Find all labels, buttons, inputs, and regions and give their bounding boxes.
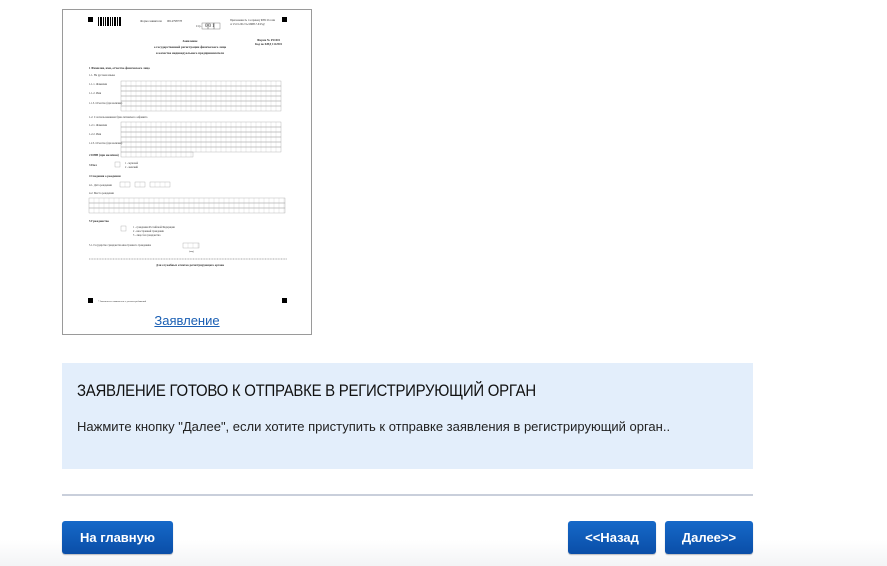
- doc-title-2: о государственной регистрации физическог…: [154, 45, 227, 49]
- doc-section-1-1: 1.1. На русском языке: [89, 74, 116, 77]
- doc-gender-1: 1 - мужской: [125, 162, 139, 165]
- doc-section-5: 5 Гражданство: [89, 219, 109, 223]
- doc-birth-place: 4.2. Место рождения: [89, 192, 114, 195]
- doc-row-patronymic-lat: 1.2.3. Отчество (при наличии): [89, 142, 122, 145]
- barcode-icon: [98, 17, 121, 26]
- doc-row-surname: 1.1.1. Фамилия: [89, 83, 108, 86]
- doc-official-use: Для служебных отметок регистрирующего ор…: [156, 263, 225, 267]
- doc-header-right-2: от 25.01.2012 № ММВ-7-6/25@: [230, 23, 265, 26]
- panel-title: ЗАЯВЛЕНИЕ ГОТОВО К ОТПРАВКЕ В РЕГИСТРИРУ…: [77, 381, 536, 400]
- doc-section-1-2: 1.2. С использованием букв латинского ал…: [89, 116, 148, 119]
- next-button[interactable]: Далее>>: [665, 521, 753, 554]
- corner-marker: [282, 17, 287, 22]
- corner-marker: [88, 298, 93, 303]
- form-field-grids: [88, 80, 286, 249]
- doc-section-1: 1 Фамилия, имя, отчество физического лиц…: [89, 66, 150, 70]
- info-panel: ЗАЯВЛЕНИЕ ГОТОВО К ОТПРАВКЕ В РЕГИСТРИРУ…: [62, 363, 753, 469]
- doc-row-patronymic: 1.1.3. Отчество (при наличии): [89, 102, 122, 105]
- doc-knd-code: Код по КНД 1112501: [255, 42, 283, 46]
- doc-gender-2: 2 - женский: [125, 166, 139, 169]
- document-thumbnail[interactable]: Форма заявителя 0014798778 Стр. 001 Прил…: [85, 14, 295, 310]
- doc-birth-date: 4.1. Дата рождения: [89, 184, 112, 187]
- doc-header-right-1: Приложение № 1 к приказу ФНС России: [230, 19, 276, 22]
- doc-country-code: (код): [189, 250, 194, 253]
- doc-code-number: 0014798778: [167, 19, 183, 23]
- corner-marker: [88, 17, 93, 22]
- doc-section-2: 2 ИНН (при наличии): [89, 153, 119, 157]
- document-link[interactable]: Заявление: [63, 313, 311, 328]
- doc-citizen-3: 3 - лицо без гражданства: [133, 234, 161, 237]
- doc-footnote: * Заполняется заявителем с учетом требов…: [98, 300, 147, 303]
- doc-section-4: 4 Сведения о рождении: [89, 174, 121, 178]
- doc-citizen-1: 1 - гражданин Российской Федерации: [133, 226, 175, 229]
- doc-row-surname-lat: 1.2.1. Фамилия: [89, 124, 108, 127]
- doc-header-left: Форма заявителя: [140, 19, 162, 23]
- doc-row-name: 1.1.2. Имя: [89, 92, 102, 95]
- document-preview-card: Форма заявителя 0014798778 Стр. 001 Прил…: [62, 9, 312, 335]
- back-button[interactable]: <<Назад: [568, 521, 656, 554]
- doc-citizen-2: 2 - иностранный гражданин: [133, 230, 164, 233]
- corner-marker: [282, 298, 287, 303]
- home-button[interactable]: На главную: [62, 521, 173, 554]
- doc-row-name-lat: 1.2.2. Имя: [89, 133, 102, 136]
- doc-title-3: в качестве индивидуального предпринимате…: [156, 51, 224, 55]
- divider: [62, 494, 753, 496]
- panel-text: Нажмите кнопку "Далее", если хотите прис…: [77, 419, 671, 434]
- doc-page-label: Стр.: [196, 24, 202, 28]
- doc-title-1: Заявление: [183, 39, 199, 43]
- doc-section-5-1: 5.1. Государство гражданства иностранног…: [89, 244, 152, 247]
- doc-section-3: 3 Пол: [89, 163, 97, 167]
